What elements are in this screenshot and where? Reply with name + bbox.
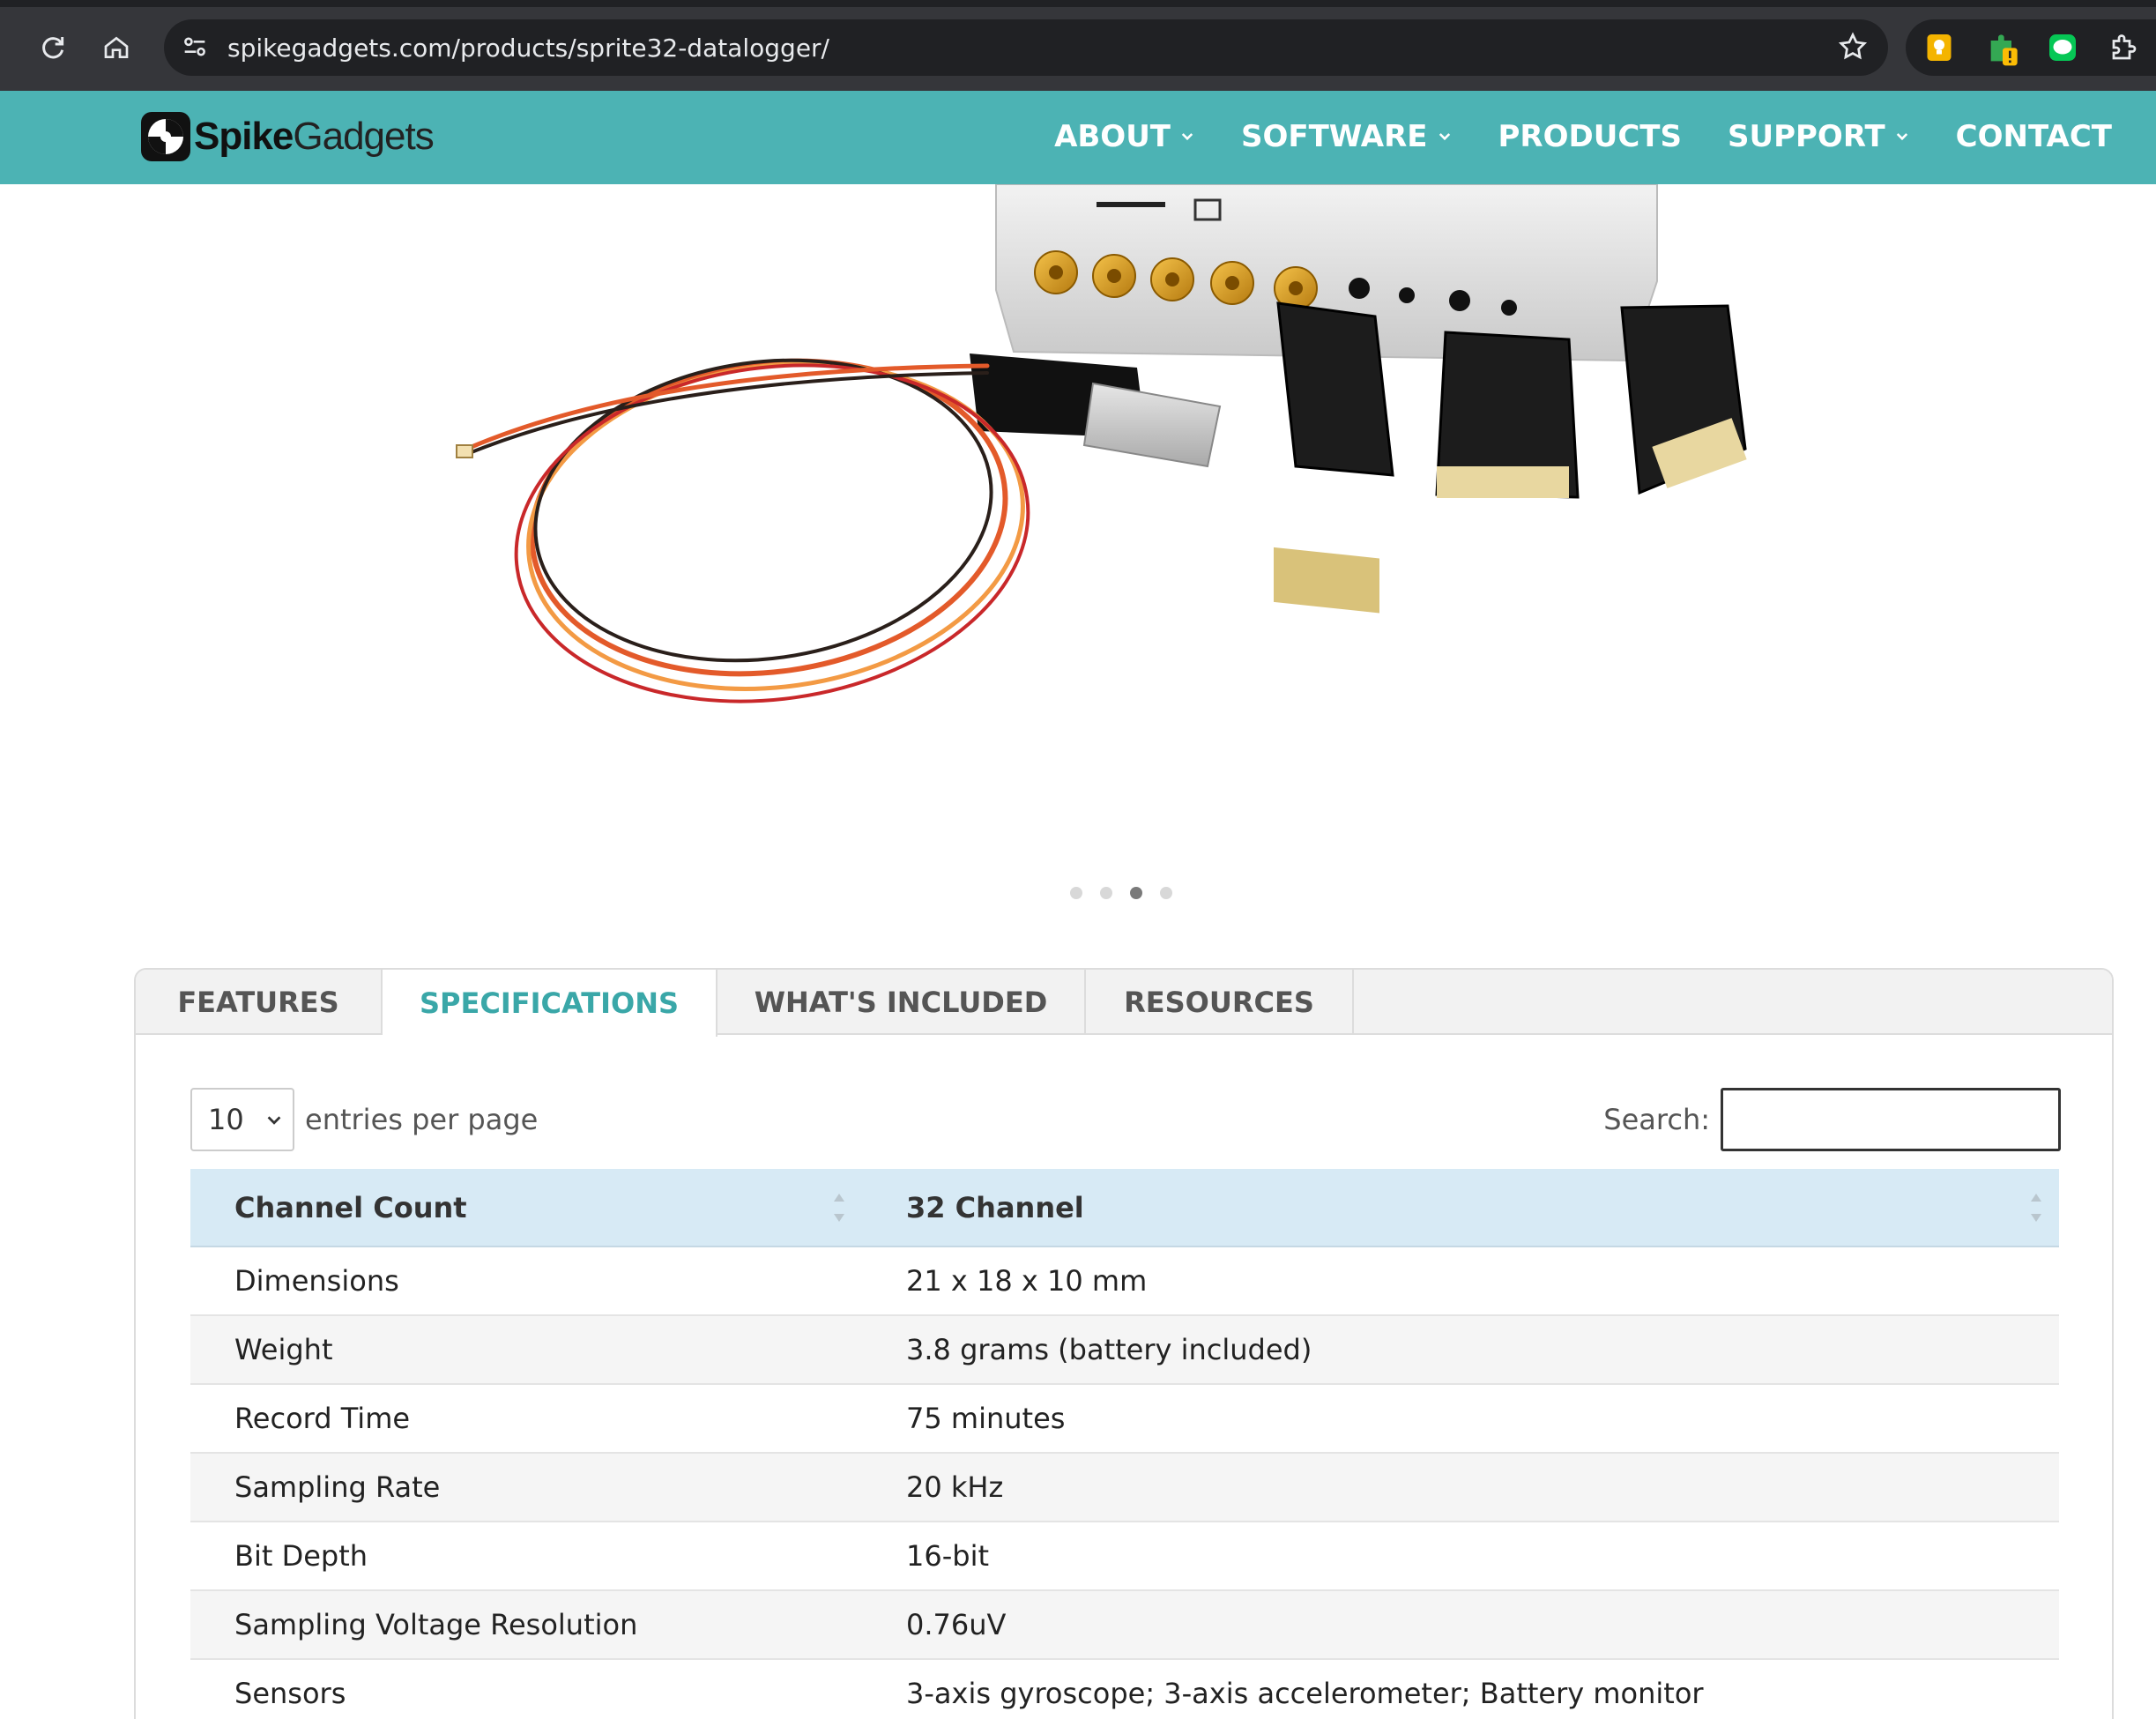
sprite32-product-illustration [456, 184, 1747, 703]
logo-wordmark: SpikeGadgets [194, 115, 435, 158]
sort-arrows-icon [2031, 1194, 2041, 1222]
extensions-area [1906, 19, 2156, 76]
search-input[interactable] [1721, 1088, 2061, 1151]
table-row: Dimensions 21 x 18 x 10 mm [190, 1246, 2059, 1316]
carousel-indicators [1070, 887, 1190, 899]
table-header-row: Channel Count 32 Channel [190, 1169, 2059, 1247]
chevron-down-icon [1439, 133, 1450, 141]
entries-per-page-select[interactable]: 10 [190, 1088, 294, 1151]
spec-value: 0.76uV [862, 1590, 2059, 1660]
entries-control: 10 entries per page [190, 1088, 538, 1151]
table-row: Sampling Rate 20 kHz [190, 1453, 2059, 1522]
spec-name: Dimensions [190, 1246, 862, 1316]
nav-support-label: SUPPORT [1727, 119, 1885, 154]
tab-whats-included[interactable]: WHAT'S INCLUDED [717, 970, 1086, 1035]
carousel-dot-4[interactable] [1160, 887, 1172, 899]
column-header-32-channel[interactable]: 32 Channel [862, 1169, 2059, 1247]
puzzle-warning-extension-icon[interactable] [1985, 32, 2018, 66]
tab-resources-label: RESOURCES [1124, 986, 1314, 1019]
site-header: SpikeGadgets ABOUT SOFTWARE PRODUCTS SUP… [0, 91, 2156, 184]
tab-resources[interactable]: RESOURCES [1086, 970, 1354, 1035]
nav-products-label: PRODUCTS [1498, 119, 1682, 154]
tab-whats-included-label: WHAT'S INCLUDED [754, 986, 1048, 1019]
spec-value: 75 minutes [862, 1384, 2059, 1454]
tab-features[interactable]: FEATURES [136, 970, 383, 1035]
entries-value: 10 [208, 1103, 244, 1136]
tab-strip-edge [0, 0, 2156, 7]
spec-name: Weight [190, 1315, 862, 1385]
specifications-table: Channel Count 32 Channel Dimensions 21 x… [190, 1169, 2059, 1719]
product-hero-image [0, 184, 2156, 934]
table-row: Sensors 3-axis gyroscope; 3-axis acceler… [190, 1659, 2059, 1719]
chevron-down-icon [1896, 133, 1907, 141]
spikegadgets-logo[interactable]: SpikeGadgets [139, 110, 435, 163]
extensions-puzzle-icon[interactable] [2108, 32, 2140, 63]
sort-arrows-icon [834, 1194, 844, 1222]
reload-icon[interactable] [32, 26, 74, 69]
url-text: spikegadgets.com/products/sprite32-datal… [227, 33, 829, 63]
spec-name: Record Time [190, 1384, 862, 1454]
spec-value: 3-axis gyroscope; 3-axis accelerometer; … [862, 1659, 2059, 1719]
home-icon[interactable] [95, 26, 138, 69]
keep-extension-icon[interactable] [1923, 32, 1955, 63]
nav-software-label: SOFTWARE [1241, 119, 1428, 154]
site-info-icon[interactable] [180, 32, 210, 66]
bookmark-star-icon[interactable] [1837, 31, 1869, 67]
nav-about[interactable]: ABOUT [1054, 119, 1195, 154]
table-row: Bit Depth 16-bit [190, 1522, 2059, 1591]
spec-value: 21 x 18 x 10 mm [862, 1246, 2059, 1316]
chevron-down-icon [1181, 133, 1193, 141]
nav-software[interactable]: SOFTWARE [1241, 119, 1453, 154]
nav-support[interactable]: SUPPORT [1728, 119, 1910, 154]
spikegadgets-logo-icon [141, 112, 190, 161]
main-navigation: ABOUT SOFTWARE PRODUCTS SUPPORT CONTACT [1008, 119, 2112, 154]
line-extension-icon[interactable] [2047, 32, 2078, 63]
tab-specifications-label: SPECIFICATIONS [419, 986, 680, 1020]
table-row: Weight 3.8 grams (battery included) [190, 1315, 2059, 1385]
table-search: Search: [1603, 1088, 2061, 1151]
column-header-channel-count[interactable]: Channel Count [190, 1169, 862, 1247]
tab-strip: FEATURES SPECIFICATIONS WHAT'S INCLUDED … [136, 970, 2112, 1037]
spec-name: Sensors [190, 1659, 862, 1719]
spec-value: 20 kHz [862, 1453, 2059, 1522]
table-row: Sampling Voltage Resolution 0.76uV [190, 1590, 2059, 1660]
spec-value: 16-bit [862, 1522, 2059, 1591]
chevron-down-icon [267, 1116, 281, 1125]
address-bar[interactable]: spikegadgets.com/products/sprite32-datal… [164, 19, 1888, 76]
nav-about-label: ABOUT [1054, 119, 1171, 154]
spec-value: 3.8 grams (battery included) [862, 1315, 2059, 1385]
entries-label: entries per page [305, 1103, 539, 1136]
tab-features-label: FEATURES [177, 986, 339, 1019]
column-header-label: 32 Channel [906, 1190, 1084, 1224]
carousel-dot-3[interactable] [1130, 887, 1142, 899]
spec-name: Sampling Rate [190, 1453, 862, 1522]
nav-contact-label: CONTACT [1955, 119, 2112, 154]
carousel-dot-2[interactable] [1100, 887, 1112, 899]
spec-name: Sampling Voltage Resolution [190, 1590, 862, 1660]
carousel-dot-1[interactable] [1070, 887, 1082, 899]
browser-toolbar: spikegadgets.com/products/sprite32-datal… [0, 0, 2156, 91]
tab-specifications[interactable]: SPECIFICATIONS [383, 970, 717, 1037]
spec-name: Bit Depth [190, 1522, 862, 1591]
column-header-label: Channel Count [234, 1190, 467, 1224]
nav-products[interactable]: PRODUCTS [1498, 119, 1682, 154]
table-row: Record Time 75 minutes [190, 1384, 2059, 1454]
nav-contact[interactable]: CONTACT [1956, 119, 2112, 154]
search-label: Search: [1603, 1103, 1710, 1136]
product-tabs-panel: FEATURES SPECIFICATIONS WHAT'S INCLUDED … [134, 968, 2114, 1719]
